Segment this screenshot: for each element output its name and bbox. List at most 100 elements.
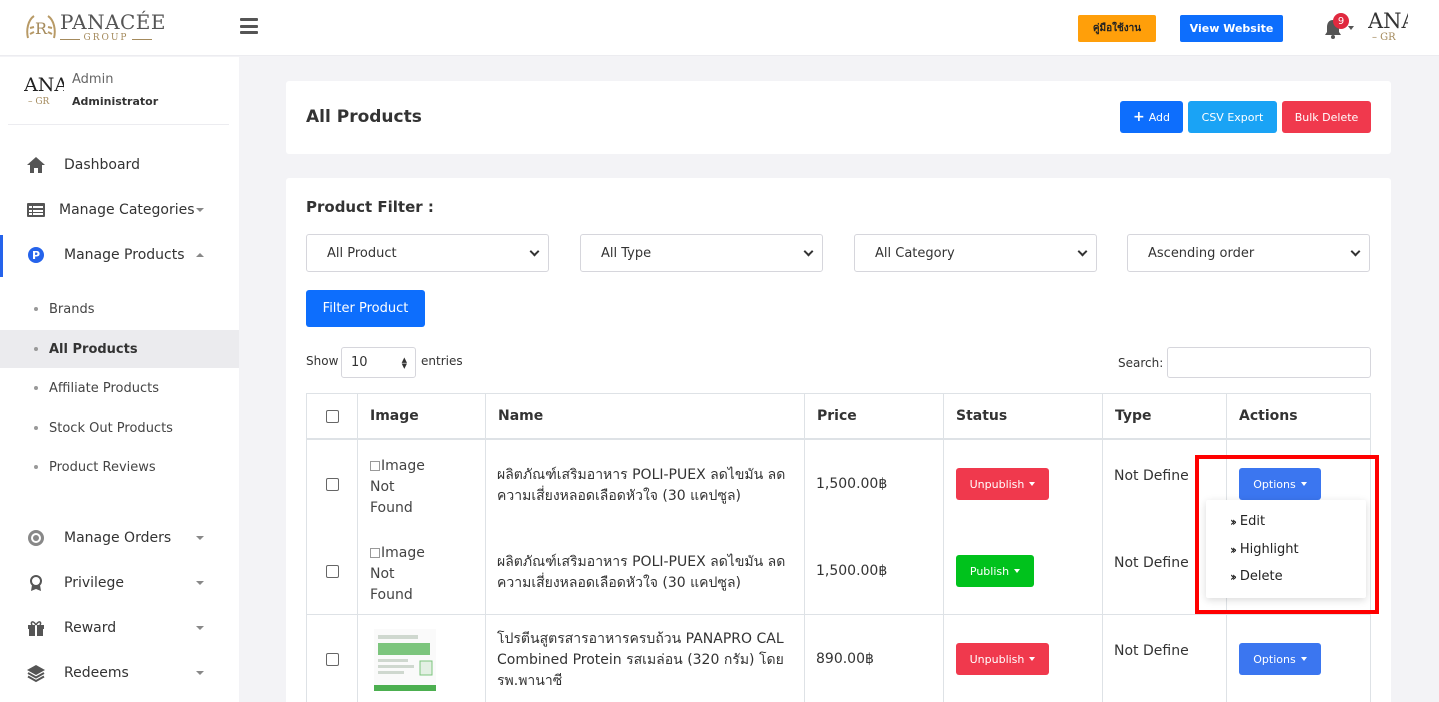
sidebar-subitem-product-reviews[interactable]: Product Reviews	[0, 448, 239, 486]
status-dropdown-button[interactable]: Unpublish	[956, 643, 1049, 675]
product-name-line: Combined Protein รสเมล่อน (320 กรัม) โดย	[497, 652, 784, 668]
panacee-logo[interactable]: R PANACÉE GROUP	[24, 10, 166, 48]
sidebar-subitem-brands[interactable]: Brands	[0, 290, 239, 328]
chevron-down-icon	[803, 246, 814, 257]
avatar: ANA – GR	[24, 75, 64, 111]
sidebar-item-dashboard[interactable]: Dashboard	[0, 145, 239, 185]
product-type: Not Define	[1114, 643, 1189, 659]
sidebar-item-label: Redeems	[64, 665, 129, 681]
chevron-down-icon[interactable]	[1348, 26, 1354, 30]
row-checkbox[interactable]	[326, 478, 339, 491]
avatar-text: ANA	[1368, 10, 1408, 33]
type-select[interactable]: All Type	[580, 234, 823, 272]
sidebar-item-manage-categories[interactable]: Manage Categories	[0, 190, 239, 230]
sidebar-item-reward[interactable]: Reward	[0, 608, 239, 648]
sidebar-subitem-stock-out-products[interactable]: Stock Out Products	[0, 409, 239, 447]
product-name-line: ผลิตภัณฑ์เสริมอาหาร POLI-PUEX ลดไขมัน ลด	[497, 467, 786, 483]
orders-icon	[28, 530, 44, 546]
sidebar-subitem-label: Product Reviews	[49, 459, 156, 475]
chevron-down-icon	[1350, 246, 1361, 257]
sidebar-item-label: Manage Products	[64, 247, 185, 263]
chevron-down-icon	[196, 536, 204, 540]
crest-icon: R	[26, 15, 56, 39]
select-all-checkbox[interactable]	[325, 409, 339, 423]
row-checkbox[interactable]	[326, 653, 339, 666]
menu-toggle-icon[interactable]	[240, 18, 258, 34]
status-dropdown-button[interactable]: Unpublish	[956, 468, 1049, 500]
sidebar-subitem-label: Stock Out Products	[49, 420, 173, 436]
column-header-name[interactable]: Name	[485, 393, 805, 440]
logo-brand-text: PANACÉE	[60, 10, 167, 34]
product-name-line: ความเสี่ยงหลอดเลือดหัวใจ (30 แคปซูล)	[497, 575, 741, 591]
status-dropdown-button[interactable]: Publish	[956, 555, 1034, 587]
product-name-line: ความเสี่ยงหลอดเลือดหัวใจ (30 แคปซูล)	[497, 488, 741, 504]
column-header-price[interactable]: Price	[804, 393, 944, 440]
plus-icon: +	[1132, 109, 1145, 125]
add-button[interactable]: + Add	[1120, 101, 1183, 133]
select-value: All Type	[601, 245, 652, 261]
product-name[interactable]: ผลิตภัณฑ์เสริมอาหาร POLI-PUEX ลดไขมัน ลด…	[497, 552, 785, 594]
column-header-actions[interactable]: Actions	[1226, 393, 1371, 440]
sort-order-select[interactable]: Ascending order	[1127, 234, 1370, 272]
product-name[interactable]: โปรตีนสูตรสารอาหารครบถ้วน PANAPRO CAL Co…	[497, 629, 784, 692]
manual-button[interactable]: คู่มือใช้งาน	[1078, 15, 1156, 42]
privilege-icon	[30, 575, 42, 591]
filter-title: Product Filter :	[306, 198, 434, 216]
chevron-down-icon	[529, 246, 540, 257]
sidebar-item-manage-orders[interactable]: Manage Orders	[0, 518, 239, 558]
bulk-delete-button[interactable]: Bulk Delete	[1282, 101, 1371, 133]
sidebar-item-label: Privilege	[64, 575, 125, 591]
bullet-icon	[34, 307, 38, 311]
page-title: All Products	[306, 107, 422, 127]
sidebar-subitem-label: Affiliate Products	[49, 380, 160, 396]
svg-text:R: R	[35, 19, 48, 38]
sidebar-item-label: Reward	[64, 620, 117, 636]
category-select[interactable]: All Category	[854, 234, 1097, 272]
column-header-image[interactable]: Image	[357, 393, 486, 440]
entries-select[interactable]: 10 ▲ ▼	[341, 347, 416, 378]
broken-image-icon	[370, 461, 380, 471]
column-header-type[interactable]: Type	[1102, 393, 1227, 440]
select-all-header	[306, 393, 358, 440]
options-button[interactable]: Options	[1239, 643, 1321, 675]
product-image-alt: Image Not Found	[370, 543, 425, 606]
sidebar-item-label: Manage Categories	[59, 202, 195, 218]
caret-down-icon	[1029, 657, 1036, 661]
column-header-status[interactable]: Status	[943, 393, 1103, 440]
view-website-button[interactable]: View Website	[1180, 15, 1283, 42]
product-name[interactable]: ผลิตภัณฑ์เสริมอาหาร POLI-PUEX ลดไขมัน ลด…	[497, 465, 785, 507]
csv-export-button[interactable]: CSV Export	[1188, 101, 1277, 133]
sidebar-item-manage-products[interactable]: P Manage Products	[0, 235, 239, 275]
product-name-line: โปรตีนสูตรสารอาหารครบถ้วน PANAPRO CAL	[497, 631, 784, 647]
product-select[interactable]: All Product	[306, 234, 549, 272]
product-p-icon: P	[28, 247, 44, 263]
search-input[interactable]	[1167, 347, 1371, 378]
updown-icon: ▲ ▼	[401, 356, 407, 370]
chevron-down-icon	[196, 208, 204, 212]
sidebar-item-redeems[interactable]: Redeems	[0, 653, 239, 693]
avatar-subtext: – GR	[1372, 32, 1396, 43]
avatar-text: ANA	[24, 75, 64, 96]
status-label: Unpublish	[969, 477, 1025, 491]
notification-badge: 9	[1333, 13, 1349, 29]
sidebar-subitem-affiliate-products[interactable]: Affiliate Products	[0, 369, 239, 407]
filter-product-button[interactable]: Filter Product	[306, 290, 425, 327]
avatar[interactable]: ANA – GR	[1368, 10, 1408, 50]
chevron-down-icon	[196, 626, 204, 630]
bullet-icon	[34, 386, 38, 390]
product-thumbnail[interactable]	[370, 625, 440, 695]
products-card: Product Filter : All Product All Type Al…	[286, 178, 1391, 702]
bullet-icon	[34, 426, 38, 430]
caret-down-icon	[1029, 482, 1036, 486]
sidebar-subitem-all-products[interactable]: All Products	[0, 330, 239, 368]
search-label: Search:	[1118, 356, 1164, 370]
broken-image-icon	[370, 548, 380, 558]
product-price: 1,500.00฿	[816, 563, 888, 579]
top-header: R PANACÉE GROUP คู่มือใช้งาน View Websit…	[0, 0, 1439, 56]
row-checkbox[interactable]	[326, 565, 339, 578]
sidebar-item-privilege[interactable]: Privilege	[0, 563, 239, 603]
sidebar-subitem-label: Brands	[49, 301, 95, 317]
alt-text: Found	[370, 500, 413, 516]
caret-down-icon	[1014, 569, 1021, 573]
logo-group-text: GROUP	[60, 33, 152, 43]
